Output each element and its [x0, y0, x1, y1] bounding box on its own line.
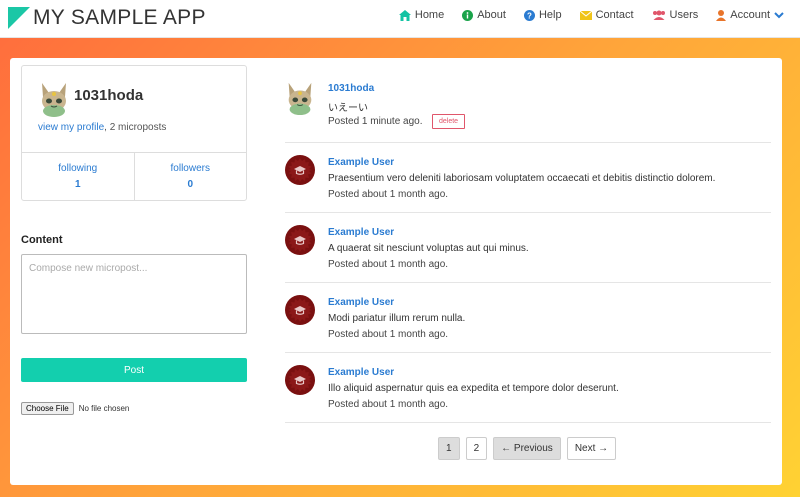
post-author[interactable]: Example User: [328, 367, 394, 378]
list-item: Example User Illo aliquid aspernatur qui…: [285, 353, 771, 423]
followers-count: 0: [187, 179, 194, 190]
post-content: いえーい: [328, 103, 368, 114]
post-author[interactable]: Example User: [328, 227, 394, 238]
info-icon: [462, 9, 474, 21]
nav-contact-label: Contact: [595, 9, 634, 21]
file-status: No file chosen: [78, 404, 130, 413]
page-1-button[interactable]: 1: [438, 437, 460, 460]
page-2-button[interactable]: 2: [465, 437, 488, 460]
delete-button[interactable]: delete: [432, 114, 466, 129]
view-profile-link[interactable]: view my profile: [38, 122, 104, 133]
profile-card: 1031hoda view my profile, 2 microposts f…: [21, 65, 247, 201]
micropost-input[interactable]: [21, 254, 247, 334]
nav-home-label: Home: [414, 9, 445, 21]
nav-home[interactable]: Home: [398, 9, 445, 21]
avatar-cat-icon[interactable]: [39, 81, 69, 117]
envelope-icon: [579, 10, 592, 20]
nav-users[interactable]: Users: [652, 9, 699, 21]
following-stat[interactable]: following 1: [22, 153, 134, 201]
users-icon: [652, 10, 665, 20]
micropost-feed: 1031hoda いえーい Posted 1 minute ago. delet…: [285, 71, 771, 423]
followers-stat[interactable]: followers 0: [133, 153, 247, 201]
help-icon: ?: [523, 9, 535, 21]
nav-account-label: Account: [730, 9, 770, 21]
nav-about-label: About: [477, 9, 506, 21]
nav-about[interactable]: About: [462, 9, 506, 21]
post-timestamp: Posted about 1 month ago.: [328, 259, 449, 270]
svg-text:?: ?: [527, 11, 532, 20]
list-item: Example User Modi pariatur illum rerum n…: [285, 283, 771, 353]
post-timestamp: Posted about 1 month ago.: [328, 329, 449, 340]
post-button[interactable]: Post: [21, 358, 247, 382]
nav-contact[interactable]: Contact: [579, 9, 634, 21]
avatar-gravatar-icon[interactable]: [285, 225, 315, 255]
next-button[interactable]: Next →: [566, 437, 617, 460]
post-content: Illo aliquid aspernatur quis ea expedita…: [328, 383, 619, 394]
post-author[interactable]: Example User: [328, 297, 394, 308]
following-count: 1: [74, 179, 81, 190]
avatar-cat-icon[interactable]: [285, 81, 315, 115]
post-author[interactable]: Example User: [328, 157, 394, 168]
list-item: Example User Praesentium vero deleniti l…: [285, 143, 771, 213]
chevron-down-icon: [774, 11, 784, 18]
choose-file-button[interactable]: Choose File: [21, 402, 74, 415]
pagination: 1 2 ← Previous Next →: [438, 437, 617, 460]
followers-label: followers: [170, 163, 210, 174]
list-item: Example User A quaerat sit nesciunt volu…: [285, 213, 771, 283]
post-timestamp: Posted about 1 month ago.: [328, 189, 449, 200]
main-card: 1031hoda view my profile, 2 microposts f…: [10, 58, 782, 485]
post-content: Praesentium vero deleniti laboriosam vol…: [328, 173, 716, 184]
post-timestamp: Posted about 1 month ago.: [328, 399, 449, 410]
logo-triangle-icon: [8, 7, 30, 29]
home-icon: [398, 9, 411, 21]
content-label: Content: [21, 234, 63, 246]
post-author[interactable]: 1031hoda: [328, 83, 374, 94]
avatar-gravatar-icon[interactable]: [285, 295, 315, 325]
post-content: A quaerat sit nesciunt voluptas aut qui …: [328, 243, 529, 254]
nav-menu: Home About ? Help Contact Users Account: [398, 9, 784, 21]
post-timestamp: Posted 1 minute ago.: [328, 116, 423, 127]
user-icon: [716, 9, 727, 21]
file-picker: Choose File No file chosen: [21, 402, 129, 415]
app-title: MY SAMPLE APP: [33, 6, 206, 29]
micropost-count: , 2 microposts: [104, 122, 167, 133]
avatar-gravatar-icon[interactable]: [285, 365, 315, 395]
previous-button[interactable]: ← Previous: [493, 437, 561, 460]
nav-account[interactable]: Account: [716, 9, 784, 21]
nav-users-label: Users: [669, 9, 699, 21]
profile-summary: view my profile, 2 microposts: [38, 122, 166, 133]
list-item: 1031hoda いえーい Posted 1 minute ago. delet…: [285, 71, 771, 143]
post-content: Modi pariatur illum rerum nulla.: [328, 313, 466, 324]
avatar-gravatar-icon[interactable]: [285, 155, 315, 185]
nav-help-label: Help: [538, 9, 562, 21]
navbar: MY SAMPLE APP Home About ? Help Contact …: [0, 0, 800, 38]
following-label: following: [58, 163, 98, 174]
nav-help[interactable]: ? Help: [523, 9, 562, 21]
profile-username: 1031hoda: [74, 87, 144, 104]
app-logo[interactable]: MY SAMPLE APP: [8, 6, 206, 30]
profile-stats: following 1 followers 0: [22, 152, 246, 201]
